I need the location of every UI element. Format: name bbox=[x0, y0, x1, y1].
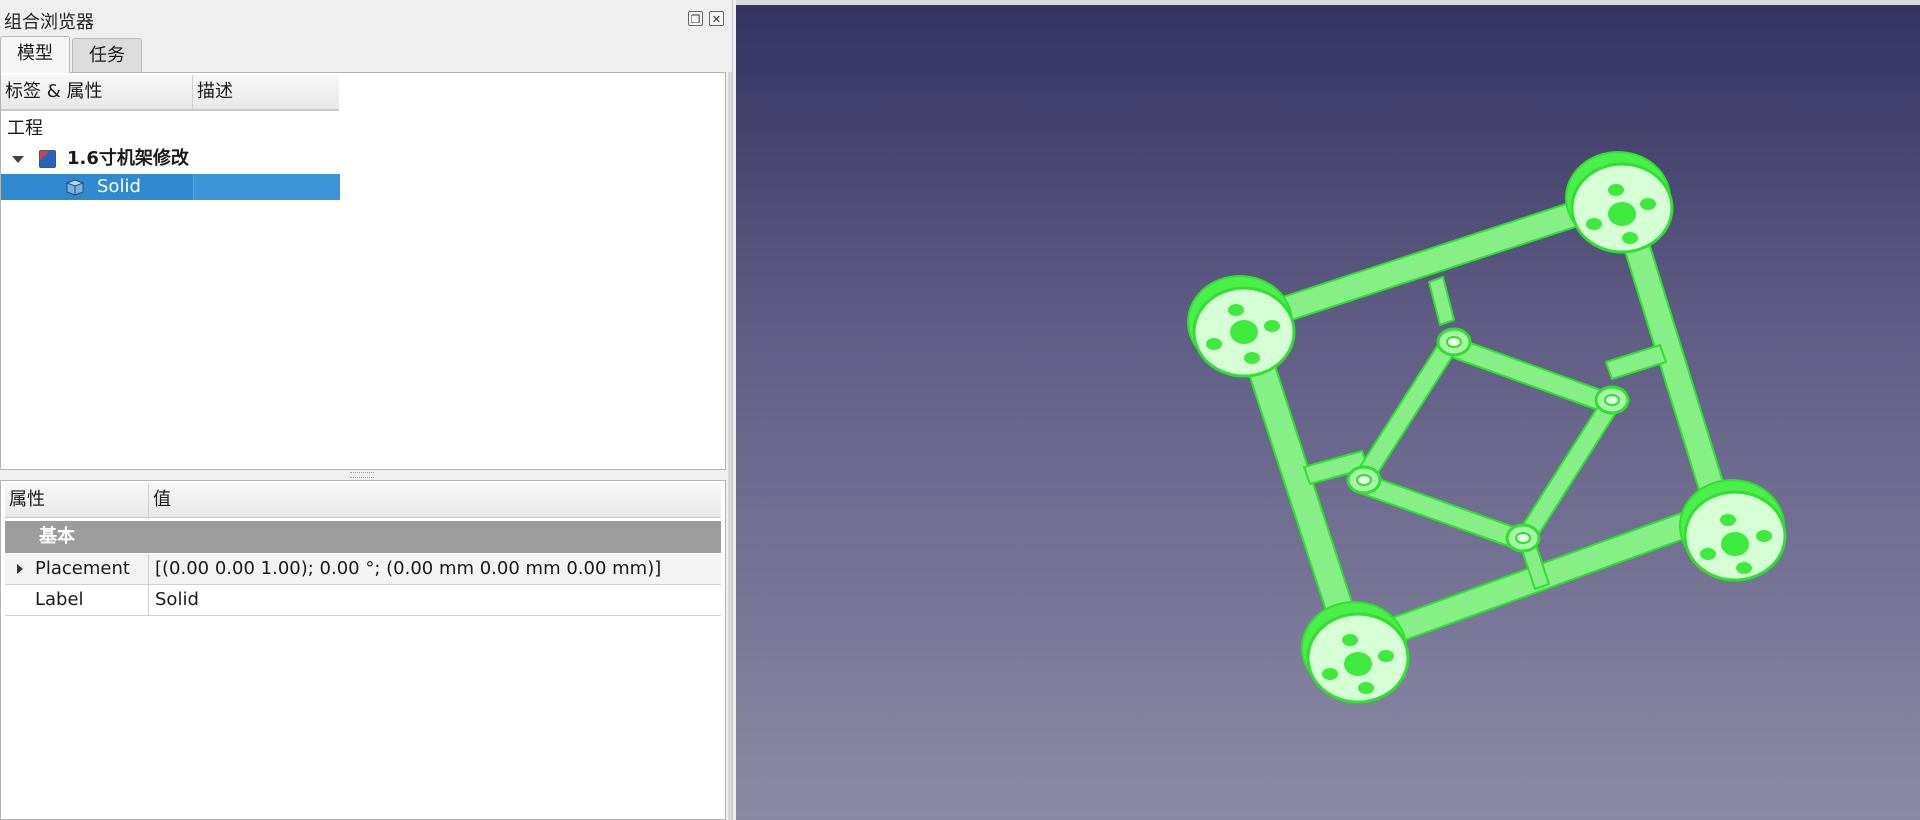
quadcopter-frame-model[interactable] bbox=[736, 0, 1920, 820]
frame-inner-right bbox=[1518, 393, 1623, 541]
motor-mount-top-left bbox=[1187, 275, 1296, 378]
tab-task[interactable]: 任务 bbox=[72, 38, 142, 72]
property-row-label[interactable]: Label Solid bbox=[5, 585, 721, 616]
tab-model[interactable]: 模型 bbox=[0, 36, 70, 73]
close-icon[interactable]: ✕ bbox=[709, 11, 724, 26]
solid-cube-icon bbox=[65, 179, 85, 196]
tree-item-solid[interactable]: Solid bbox=[1, 174, 340, 200]
property-row-placement[interactable]: Placement [(0.00 0.00 1.00); 0.00 °; (0.… bbox=[5, 554, 721, 585]
tree-root-label: 工程 bbox=[7, 118, 43, 139]
solid-label: Solid bbox=[97, 176, 141, 197]
viewport-top-border bbox=[736, 0, 1920, 5]
tree-column-label[interactable]: 标签 & 属性 bbox=[1, 75, 193, 109]
combo-view-panel: 组合浏览器 ❐ ✕ 模型 任务 标签 & 属性 描述 工程 1.6寸机架修改 S… bbox=[0, 0, 733, 820]
tab-bar: 模型 任务 bbox=[0, 36, 730, 73]
document-label: 1.6寸机架修改 bbox=[67, 148, 189, 169]
property-group-base[interactable]: 基本 bbox=[5, 521, 721, 553]
motor-mount-bottom-left bbox=[1301, 601, 1410, 704]
property-group-label: 基本 bbox=[39, 526, 75, 547]
model-tree[interactable]: 标签 & 属性 描述 工程 1.6寸机架修改 Solid bbox=[0, 72, 726, 470]
property-column-value[interactable]: 值 bbox=[149, 483, 721, 517]
property-value[interactable]: Solid bbox=[155, 585, 199, 615]
property-value[interactable]: [(0.00 0.00 1.00); 0.00 °; (0.00 mm 0.00… bbox=[155, 554, 661, 584]
frame-inner-bottom bbox=[1359, 474, 1523, 549]
panel-title-bar: 组合浏览器 ❐ ✕ bbox=[0, 0, 730, 36]
property-name: Label bbox=[35, 585, 149, 615]
frame-inner-left bbox=[1355, 336, 1460, 483]
tree-column-description[interactable]: 描述 bbox=[193, 75, 339, 109]
3d-viewport[interactable] bbox=[736, 0, 1920, 820]
motor-mount-bottom-right bbox=[1679, 479, 1787, 582]
property-view: 属性 值 基本 Placement [(0.00 0.00 1.00); 0.0… bbox=[0, 480, 726, 820]
motor-mount-top-right bbox=[1565, 151, 1674, 254]
chevron-right-icon[interactable] bbox=[17, 564, 23, 574]
frame-brace-tl bbox=[1428, 276, 1455, 326]
chevron-down-icon[interactable] bbox=[12, 156, 24, 163]
freecad-document-icon bbox=[39, 150, 56, 168]
property-header: 属性 值 bbox=[5, 483, 721, 518]
frame-brace-r bbox=[1605, 344, 1667, 380]
frame-arm-top bbox=[1242, 201, 1579, 335]
panel-splitter-handle[interactable] bbox=[350, 472, 374, 478]
float-icon[interactable]: ❐ bbox=[688, 11, 703, 26]
property-name: Placement bbox=[35, 554, 149, 584]
panel-title: 组合浏览器 bbox=[4, 12, 94, 33]
freecad-window: 组合浏览器 ❐ ✕ 模型 任务 标签 & 属性 描述 工程 1.6寸机架修改 S… bbox=[0, 0, 1920, 820]
property-column-name[interactable]: 属性 bbox=[5, 483, 149, 517]
panel-edge bbox=[728, 72, 732, 820]
tree-item-document[interactable]: 1.6寸机架修改 bbox=[1, 145, 339, 173]
tree-header: 标签 & 属性 描述 bbox=[1, 75, 339, 111]
tree-item-description-cell bbox=[193, 174, 340, 200]
